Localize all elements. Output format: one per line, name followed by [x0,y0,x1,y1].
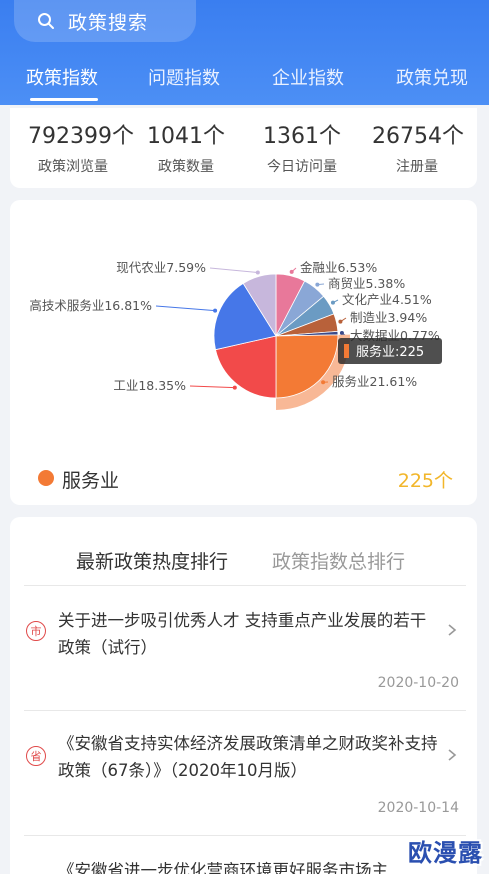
pie-label-line [317,283,325,286]
pie-chart[interactable]: 金融业6.53%商贸业5.38%文化产业4.51%制造业3.94%大数据业0.7… [10,200,477,460]
stat-label: 注册量 [396,159,438,175]
legend-name: 服务业 [62,470,120,492]
tab-policy-fulfillment[interactable]: 政策兑现 [396,64,468,90]
stat-value: 1041个 [147,124,225,149]
pie-label-line [155,305,216,312]
policy-title: 《安徽省进一步优化营商环境更好服务市场主 [58,861,388,874]
tab-latest-hot[interactable]: 最新政策热度排行 [76,547,228,574]
stat-label: 政策数量 [158,159,214,175]
pie-label-line [340,317,347,323]
pie-data-label: 高技术服务业16.81% [29,298,152,313]
pie-slice[interactable] [275,334,339,399]
tab-bar: 政策指数 问题指数 企业指数 政策兑现 [0,60,489,101]
tab-problem-index[interactable]: 问题指数 [148,64,220,90]
pie-label-line [209,267,258,274]
chevron-right-icon [448,749,457,761]
pie-data-label: 金融业6.53% [300,260,377,275]
pie-data-label: 服务业21.61% [332,374,417,389]
city-badge-icon: 市 [26,621,46,641]
pie-data-label: 文化产业4.51% [342,292,432,307]
stat-today-visits: 1361个 今日访问量 [262,118,342,176]
stat-registrations: 26754个 注册量 [372,118,464,176]
active-tab-indicator [30,98,98,101]
tab-total-index[interactable]: 政策指数总排行 [272,547,405,574]
watermark-logo: 欧漫露 [408,839,483,867]
policy-title: 关于进一步吸引优秀人才 支持重点产业发展的若干政策（试行） [58,611,427,657]
pie-data-label: 制造业3.94% [350,310,427,325]
list-item[interactable]: 《安徽省进一步优化营商环境更好服务市场主 [10,835,477,874]
stat-value: 26754个 [372,124,464,149]
search-placeholder: 政策搜索 [68,11,149,34]
pie-card: 金融业6.53% 商贸业5.38% 文化产业4.51% 制造业3.94% 大数据业0.7… [10,200,477,505]
tab-enterprise-index[interactable]: 企业指数 [272,64,344,90]
list-item[interactable]: 省 《安徽省支持实体经济发展政策清单之财政奖补支持政策（67条）》（2020年1… [10,710,477,835]
chevron-right-icon [448,624,457,636]
pie-data-label: 现代农业7.59% [116,260,206,275]
stat-policy-count: 1041个 政策数量 [146,118,226,176]
stat-label: 政策浏览量 [38,159,108,175]
stat-label: 今日访问量 [267,159,337,175]
policy-date: 2020-10-14 [377,800,459,816]
legend-count: 225个 [397,470,453,492]
stat-value: 1361个 [263,124,341,149]
ranking-card: 最新政策热度排行 政策指数总排行 市 关于进一步吸引优秀人才 支持重点产业发展的… [10,517,477,874]
stats-card: 792399个 政策浏览量 1041个 政策数量 1361个 今日访问量 267… [10,108,477,188]
pie-data-label: 工业18.35% [113,378,186,393]
tooltip-text: 服务业:225 [356,344,424,360]
pie-label-line [291,267,297,273]
pie-label-line [189,385,235,389]
legend-dot [38,470,54,486]
policy-date: 2020-10-20 [377,675,459,691]
search-icon [38,13,54,29]
chart-tooltip: 服务业:225 [338,338,442,364]
province-badge-icon: 省 [26,746,46,766]
pie-data-label: 商贸业5.38% [328,276,405,291]
header: 政策搜索 政策指数 问题指数 企业指数 政策兑现 [0,0,489,105]
policy-title: 《安徽省支持实体经济发展政策清单之财政奖补支持政策（67条）》（2020年10月… [58,734,438,780]
tab-policy-index[interactable]: 政策指数 [26,64,98,90]
list-item[interactable]: 市 关于进一步吸引优秀人才 支持重点产业发展的若干政策（试行） 2020-10-… [10,585,477,710]
search-bar[interactable]: 政策搜索 [14,0,196,42]
stat-value: 792399个 [28,124,134,149]
stat-views: 792399个 政策浏览量 [28,118,134,176]
